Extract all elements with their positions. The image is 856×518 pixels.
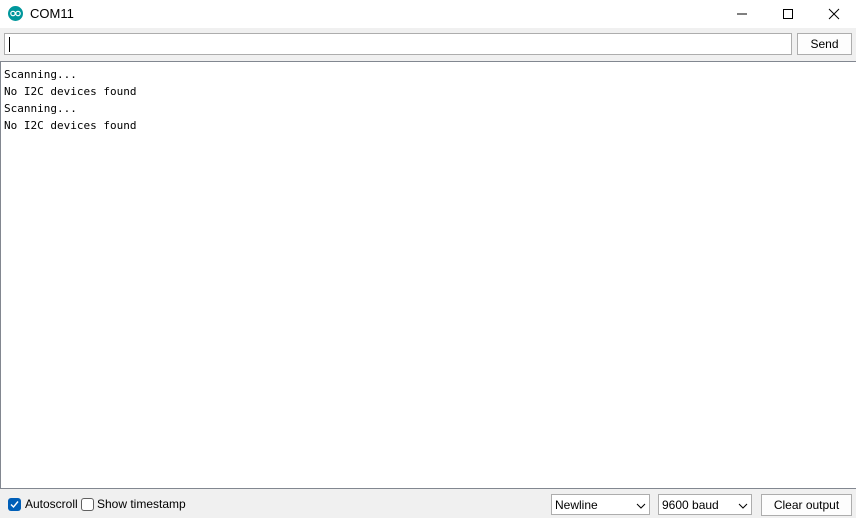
autoscroll-label[interactable]: Autoscroll [25,497,78,511]
chevron-down-icon [636,503,646,509]
clear-output-button[interactable]: Clear output [761,494,852,516]
title-bar: COM11 [0,0,856,28]
close-icon [828,8,840,20]
chevron-down-icon [738,503,748,509]
send-bar: Send [0,28,856,61]
close-button[interactable] [811,0,856,28]
line-ending-select[interactable]: Newline [551,494,650,515]
baud-rate-value: 9600 baud [662,498,719,512]
checkmark-icon [10,501,19,509]
maximize-icon [783,9,793,19]
serial-input[interactable] [4,33,792,55]
text-caret [9,37,10,52]
minimize-button[interactable] [719,0,765,28]
output-line: Scanning... [4,68,77,81]
autoscroll-checkbox[interactable] [8,498,21,511]
show-timestamp-checkbox[interactable] [81,498,94,511]
output-line: Scanning... [4,102,77,115]
output-line: No I2C devices found [4,85,137,98]
maximize-button[interactable] [765,0,811,28]
status-bar: Autoscroll Show timestamp Newline 9600 b… [0,489,856,518]
show-timestamp-label[interactable]: Show timestamp [97,497,186,511]
serial-output[interactable]: Scanning... No I2C devices found Scannin… [0,61,856,489]
window-title: COM11 [30,6,74,21]
line-ending-value: Newline [555,498,598,512]
output-line: No I2C devices found [4,119,137,132]
send-button[interactable]: Send [797,33,852,55]
minimize-icon [737,13,747,15]
arduino-icon [8,6,23,21]
baud-rate-select[interactable]: 9600 baud [658,494,752,515]
